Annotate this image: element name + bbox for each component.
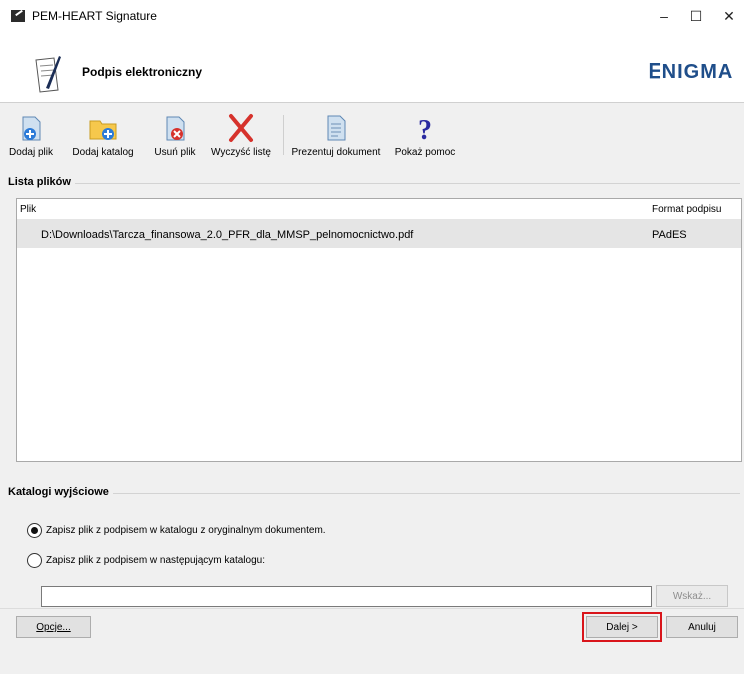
maximize-button[interactable]: ☐	[684, 6, 708, 26]
app-icon	[11, 10, 25, 22]
remove-file-label: Usuń plik	[154, 147, 196, 158]
output-folder-input[interactable]	[41, 586, 652, 607]
header-banner: Podpis elektroniczny ∃NIGMA	[0, 32, 744, 103]
show-help-button[interactable]: ? Pokaż pomoc	[392, 111, 458, 163]
add-folder-label: Dodaj katalog	[72, 147, 134, 158]
present-document-label: Prezentuj dokument	[291, 147, 381, 158]
radio-original-folder[interactable]	[27, 523, 42, 538]
output-group-label: Katalogi wyjściowe	[8, 486, 113, 498]
present-document-button[interactable]: Prezentuj dokument	[286, 111, 386, 163]
file-path-cell: D:\Downloads\Tarcza_finansowa_2.0_PFR_dl…	[41, 229, 414, 241]
add-file-button[interactable]: Dodaj plik	[0, 111, 62, 163]
add-file-label: Dodaj plik	[9, 147, 53, 158]
clear-x-icon	[229, 114, 253, 142]
signature-document-icon	[35, 56, 61, 93]
radio-original-folder-label[interactable]: Zapisz plik z podpisem w katalogu z oryg…	[46, 525, 326, 536]
footer-divider	[0, 608, 744, 609]
toolbar: Dodaj plik Dodaj katalog Usuń plik Wyczy…	[0, 103, 744, 165]
clear-list-label: Wyczyść listę	[211, 147, 271, 158]
main-content: Dodaj plik Dodaj katalog Usuń plik Wyczy…	[0, 103, 744, 674]
svg-text:?: ?	[418, 115, 432, 143]
clear-list-button[interactable]: Wyczyść listę	[206, 111, 276, 163]
next-button[interactable]: Dalej >	[582, 612, 662, 642]
column-header-format[interactable]: Format podpisu	[652, 204, 721, 215]
add-folder-icon	[89, 120, 117, 140]
minimize-button[interactable]: –	[652, 6, 676, 26]
column-header-file[interactable]: Plik	[20, 204, 36, 215]
output-divider	[8, 493, 740, 494]
signature-format-cell: PAdES	[652, 229, 687, 241]
file-list-divider	[8, 183, 740, 184]
radio-custom-folder[interactable]	[27, 553, 42, 568]
add-folder-button[interactable]: Dodaj katalog	[68, 111, 138, 163]
remove-file-icon	[166, 116, 185, 141]
radio-custom-folder-label[interactable]: Zapisz plik z podpisem w następującym ka…	[46, 555, 265, 566]
help-question-icon: ?	[418, 115, 432, 143]
page-title: Podpis elektroniczny	[82, 65, 203, 79]
add-file-icon	[22, 116, 41, 141]
browse-button[interactable]: Wskaż...	[656, 585, 728, 607]
file-list-header: Plik Format podpisu	[17, 199, 741, 220]
table-row[interactable]: D:\Downloads\Tarcza_finansowa_2.0_PFR_dl…	[17, 220, 741, 248]
document-icon	[327, 115, 346, 141]
window-title: PEM-HEART Signature	[32, 9, 157, 23]
cancel-button[interactable]: Anuluj	[666, 616, 738, 638]
file-list-group-label: Lista plików	[8, 176, 75, 188]
close-button[interactable]: ✕	[717, 6, 741, 26]
show-help-label: Pokaż pomoc	[394, 147, 456, 158]
remove-file-button[interactable]: Usuń plik	[147, 111, 203, 163]
title-bar: PEM-HEART Signature – ☐ ✕	[0, 0, 744, 32]
enigma-logo: ∃NIGMA	[648, 61, 734, 83]
toolbar-separator	[283, 115, 284, 155]
file-list-table[interactable]: Plik Format podpisu D:\Downloads\Tarcza_…	[16, 198, 742, 462]
options-button[interactable]: Opcje...	[16, 616, 91, 638]
